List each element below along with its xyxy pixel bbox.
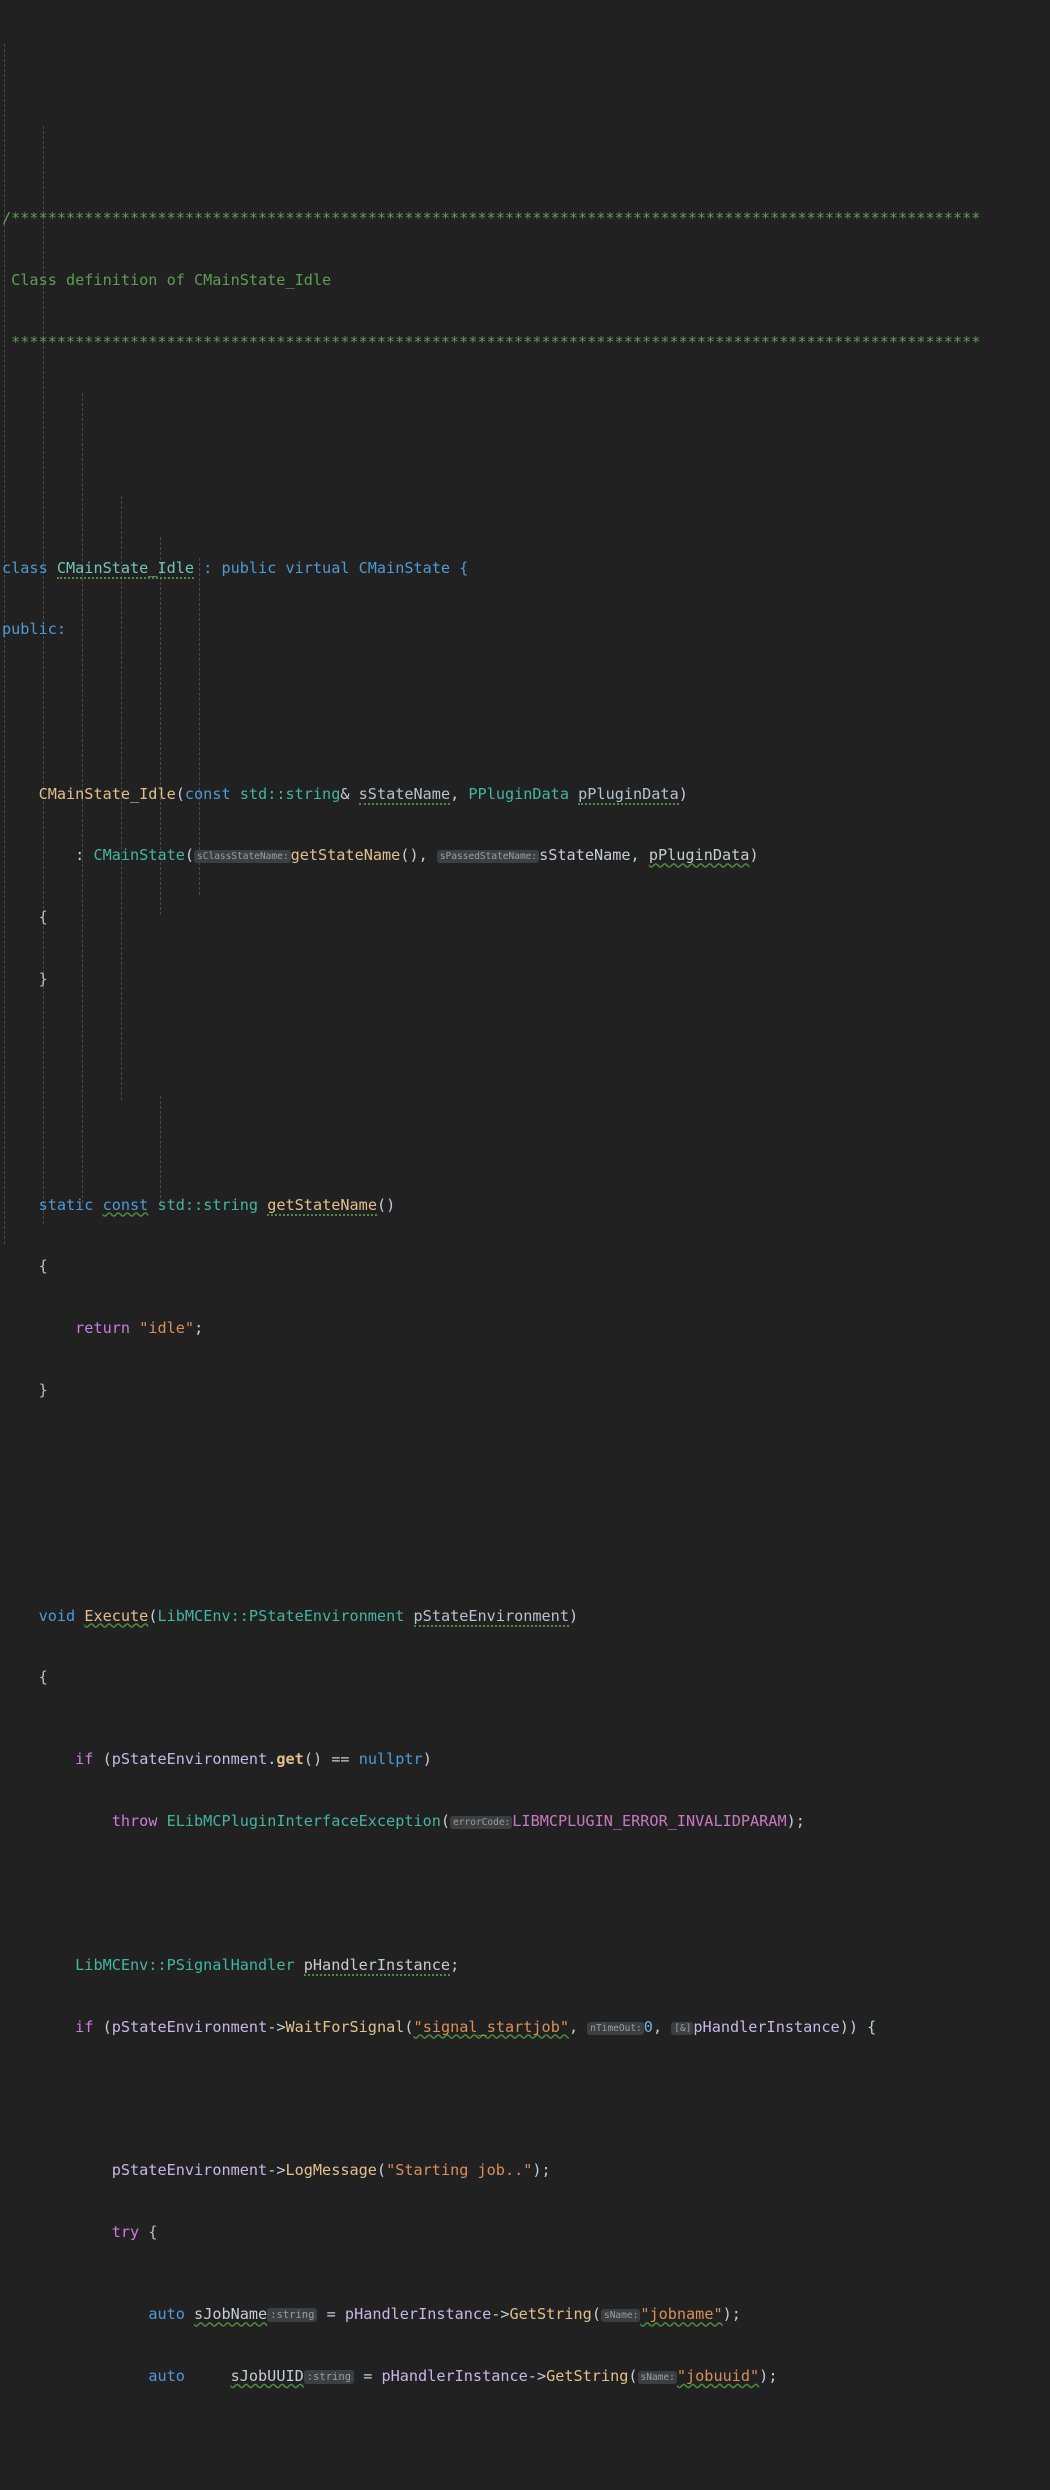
inlay-hint-spassedstatename: sPassedStateName: (436, 850, 540, 864)
throw-invalidparam-line: throw ELibMCPluginInterfaceException(err… (111, 1812, 805, 1831)
class-declaration-line: class CMainState_Idle : public virtual C… (0, 558, 1050, 579)
inlay-hint-ntimeout: nTimeOut: (587, 2021, 644, 2035)
getstatename-close-brace: } (38, 1380, 48, 1399)
var-phandlerinstance: pHandlerInstance (303, 1955, 451, 1976)
class-keyword: class (2, 558, 48, 577)
comment-banner-top: /***************************************… (0, 208, 1050, 229)
type-hint-string-1: :string (267, 2308, 318, 2323)
try-block-line: try { (111, 2223, 158, 2242)
exception-class: ELibMCPluginInterfaceException (166, 1812, 441, 1831)
jobname-key-literal: "jobname" (640, 2305, 723, 2324)
param-pstateenvironment: pStateEnvironment (413, 1606, 569, 1627)
getstring-call-1: GetString (509, 2305, 592, 2324)
constructor-init-list-line: : CMainState(sClassStateName: getStateNam… (75, 846, 759, 865)
inlay-hint-sclassstatename: sClassStateName: (194, 850, 291, 864)
sjobuuid-assignment-line: auto sJobUUID:string = pHandlerInstance-… (148, 2366, 778, 2385)
class-base-spec: : public virtual CMainState { (203, 558, 469, 577)
waitforsignal-call: WaitForSignal (285, 2017, 405, 2036)
access-specifier-public: public: (0, 619, 1050, 640)
idle-string-literal: "idle" (139, 1319, 195, 1337)
inlay-hint-sname-1: sName: (600, 2309, 641, 2323)
var-sjobname: sJobName (194, 2305, 268, 2324)
param-sstatename: sStateName (358, 784, 451, 805)
comment-banner-title: Class definition of CMainState_Idle (0, 270, 1050, 291)
getstatename-open-brace: { (38, 1257, 48, 1276)
constructor-open-brace: { (38, 908, 48, 927)
comment-banner-bottom: ****************************************… (0, 332, 1050, 353)
handler-declaration-line: LibMCEnv::PSignalHandler pHandlerInstanc… (75, 1955, 460, 1976)
public-keyword: public: (2, 620, 67, 639)
inlay-hint-sname-2: sName: (637, 2370, 677, 2384)
constructor-signature-line: CMainState_Idle(const std::string& sStat… (38, 784, 688, 805)
getstring-call-2: GetString (546, 2366, 629, 2385)
comment-banner-title-text: Class definition of CMainState_Idle (2, 271, 332, 290)
comment-banner-bottom-text: ****************************************… (2, 332, 981, 351)
timeout-value: 0 (643, 2017, 653, 2036)
error-macro: LIBMCPLUGIN_ERROR_INVALIDPARAM (512, 1812, 787, 1831)
execute-open-brace: { (38, 1668, 48, 1687)
getstatename-call: getStateName (290, 846, 401, 865)
param-ppluginData: pPluginData (578, 784, 679, 805)
getstatename-return-line: return "idle"; (75, 1319, 204, 1337)
logmessage-call: LogMessage (285, 2161, 377, 2180)
getstatename-signature-line: static const std::string getStateName() (38, 1195, 396, 1216)
type-hint-string-2: :string (303, 2369, 355, 2384)
code-content[interactable]: /***************************************… (0, 126, 1050, 2490)
sjobname-assignment-line: auto sJobName:string = pHandlerInstance-… (148, 2305, 741, 2324)
execute-name: Execute (84, 1606, 149, 1625)
inlay-hint-capture-ref: [&] (671, 2021, 694, 2035)
nullptr-check-line: if (pStateEnvironment.get() == nullptr) (75, 1750, 432, 1769)
jobuuid-key-literal: "jobuuid" (676, 2366, 760, 2385)
constructor-name: CMainState_Idle (38, 784, 176, 803)
class-name: CMainState_Idle (56, 558, 195, 579)
signal-name-literal: "signal_startjob" (413, 2017, 569, 2036)
comment-banner-top-text: /***************************************… (2, 209, 981, 228)
logmessage-line: pStateEnvironment->LogMessage("Starting … (111, 2161, 551, 2180)
inlay-hint-errorcode: errorCode: (450, 1816, 513, 1830)
getstatename-name: getStateName (267, 1195, 377, 1216)
waitforsignal-line: if (pStateEnvironment->WaitForSignal("si… (75, 2017, 877, 2036)
execute-signature-line: void Execute(LibMCEnv::PStateEnvironment… (38, 1606, 579, 1627)
var-sjobuuid: sJobUUID (230, 2366, 304, 2385)
code-editor[interactable]: /***************************************… (0, 0, 1050, 2385)
constructor-close-brace: } (38, 969, 48, 988)
base-class-init: CMainState (93, 846, 185, 865)
